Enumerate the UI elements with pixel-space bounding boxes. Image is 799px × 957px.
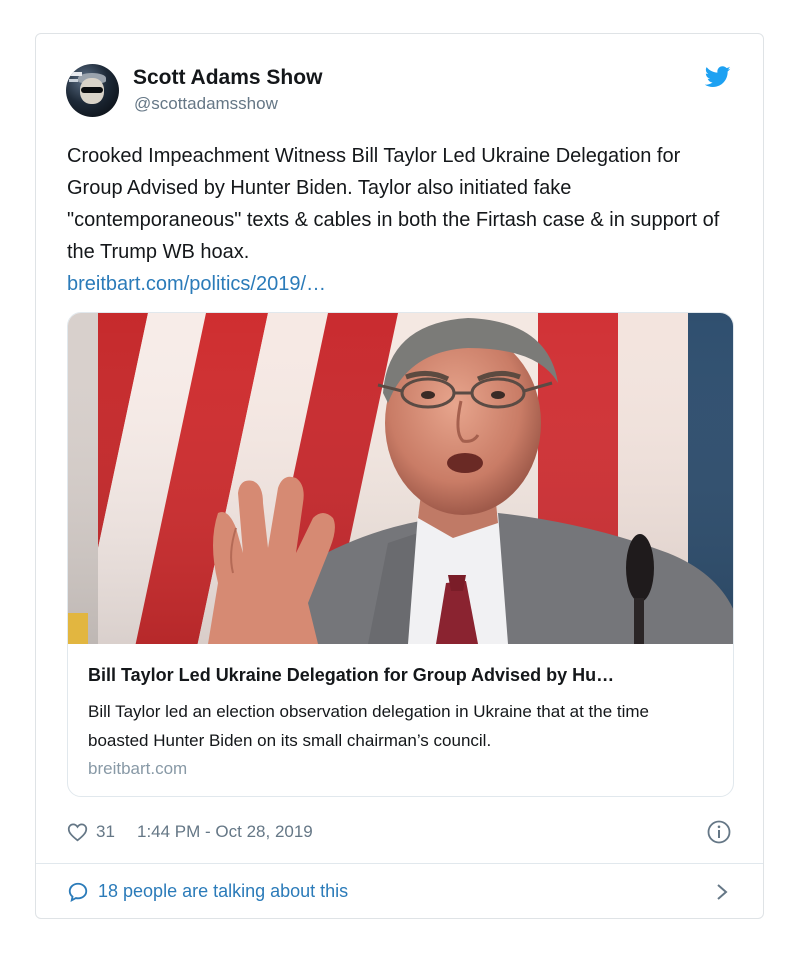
tweet-link[interactable]: breitbart.com/politics/2019/…: [67, 273, 326, 295]
chevron-right-icon: [717, 884, 728, 900]
tweet-meta: 31 1:44 PM - Oct 28, 2019: [67, 820, 733, 846]
speech-bubble-icon: [68, 882, 88, 902]
like-count[interactable]: 31: [96, 822, 115, 842]
link-preview-body: Bill Taylor Led Ukraine Delegation for G…: [88, 663, 713, 779]
author-avatar[interactable]: [66, 64, 119, 117]
info-icon[interactable]: [707, 820, 731, 844]
link-title: Bill Taylor Led Ukraine Delegation for G…: [88, 665, 615, 685]
tweet-embed-card: Scott Adams Show @scottadamsshow Crooked…: [35, 33, 764, 919]
link-preview-image: [68, 313, 733, 644]
tweet-body: Crooked Impeachment Witness Bill Taylor …: [67, 145, 720, 263]
link-preview-card[interactable]: Bill Taylor Led Ukraine Delegation for G…: [67, 312, 734, 797]
author-handle[interactable]: @scottadamsshow: [134, 94, 278, 114]
tweet-timestamp[interactable]: 1:44 PM - Oct 28, 2019: [137, 822, 313, 842]
link-description: Bill Taylor led an election observation …: [88, 702, 650, 750]
author-name[interactable]: Scott Adams Show: [133, 66, 322, 90]
heart-icon[interactable]: [67, 822, 88, 842]
conversation-text: 18 people are talking about this: [98, 881, 349, 901]
tweet-header: Scott Adams Show @scottadamsshow: [66, 64, 733, 120]
conversation-link[interactable]: 18 people are talking about this: [67, 877, 733, 907]
link-domain: breitbart.com: [88, 759, 188, 778]
tweet-text: Crooked Impeachment Witness Bill Taylor …: [67, 140, 727, 300]
twitter-bird-icon[interactable]: [705, 66, 731, 88]
divider: [36, 863, 763, 864]
